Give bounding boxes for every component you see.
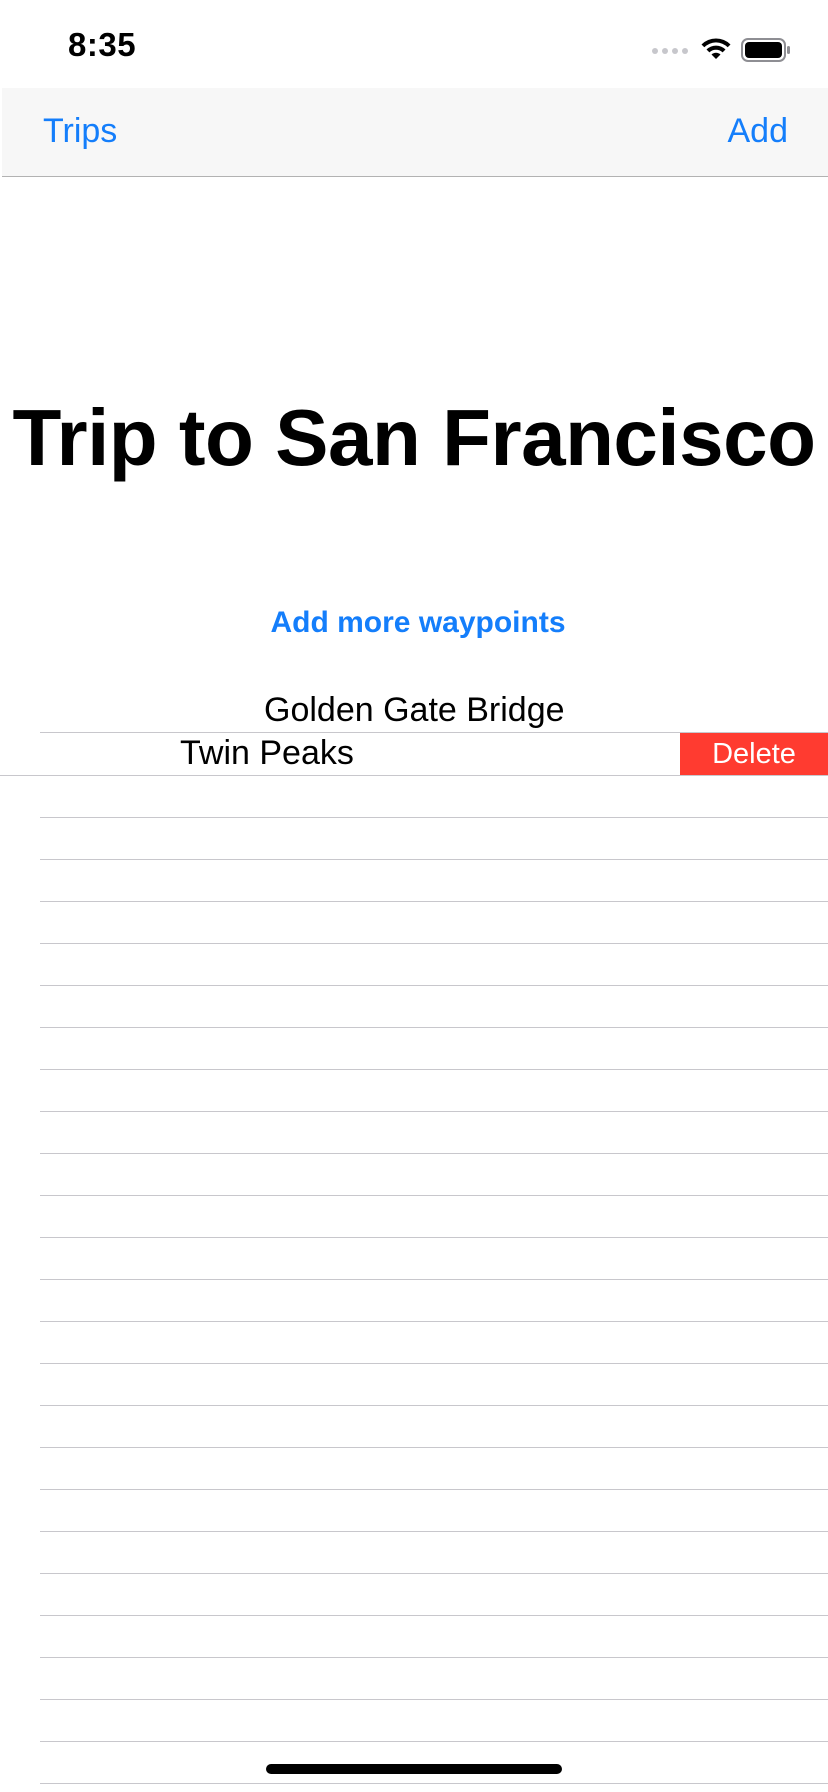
empty-table-row bbox=[40, 1364, 828, 1406]
empty-table-row bbox=[40, 1490, 828, 1532]
battery-icon bbox=[741, 38, 790, 62]
empty-table-row bbox=[40, 1322, 828, 1364]
add-button[interactable]: Add bbox=[728, 112, 789, 151]
empty-table-row bbox=[40, 944, 828, 986]
empty-table-row bbox=[40, 1406, 828, 1448]
empty-table-row bbox=[40, 1448, 828, 1490]
delete-label: Delete bbox=[712, 737, 796, 770]
empty-rows bbox=[0, 776, 828, 1784]
waypoint-name: Golden Gate Bridge bbox=[264, 691, 565, 729]
empty-table-row bbox=[40, 1028, 828, 1070]
waypoint-row[interactable]: Golden Gate Bridge bbox=[40, 690, 828, 733]
empty-table-row bbox=[40, 776, 828, 818]
empty-table-row bbox=[40, 1574, 828, 1616]
empty-table-row bbox=[40, 1154, 828, 1196]
empty-table-row bbox=[40, 902, 828, 944]
navigation-bar: Trips Add bbox=[2, 88, 828, 177]
empty-table-row bbox=[40, 860, 828, 902]
cellular-signal-icon bbox=[652, 48, 688, 54]
empty-table-row bbox=[40, 1742, 828, 1784]
wifi-icon bbox=[701, 38, 731, 59]
waypoint-list: Golden Gate Bridge Twin Peaks Delete bbox=[0, 690, 828, 1784]
empty-table-row bbox=[40, 1196, 828, 1238]
empty-table-row bbox=[40, 1700, 828, 1742]
waypoint-row-swiped[interactable]: Twin Peaks Delete bbox=[0, 733, 828, 776]
empty-table-row bbox=[40, 1280, 828, 1322]
empty-table-row bbox=[40, 818, 828, 860]
empty-table-row bbox=[40, 1070, 828, 1112]
trip-title: Trip to San Francisco bbox=[12, 393, 816, 482]
empty-table-row bbox=[40, 986, 828, 1028]
empty-table-row bbox=[40, 1616, 828, 1658]
home-indicator bbox=[266, 1764, 562, 1774]
add-waypoints-button[interactable]: Add more waypoints bbox=[0, 606, 828, 640]
waypoint-name: Twin Peaks bbox=[180, 734, 354, 772]
back-trips-button[interactable]: Trips bbox=[43, 112, 117, 151]
empty-table-row bbox=[40, 1112, 828, 1154]
empty-table-row bbox=[40, 1238, 828, 1280]
empty-table-row bbox=[40, 1658, 828, 1700]
status-bar: 8:35 bbox=[0, 0, 828, 88]
status-time: 8:35 bbox=[68, 26, 137, 63]
empty-table-row bbox=[40, 1532, 828, 1574]
delete-button[interactable]: Delete bbox=[680, 733, 828, 775]
